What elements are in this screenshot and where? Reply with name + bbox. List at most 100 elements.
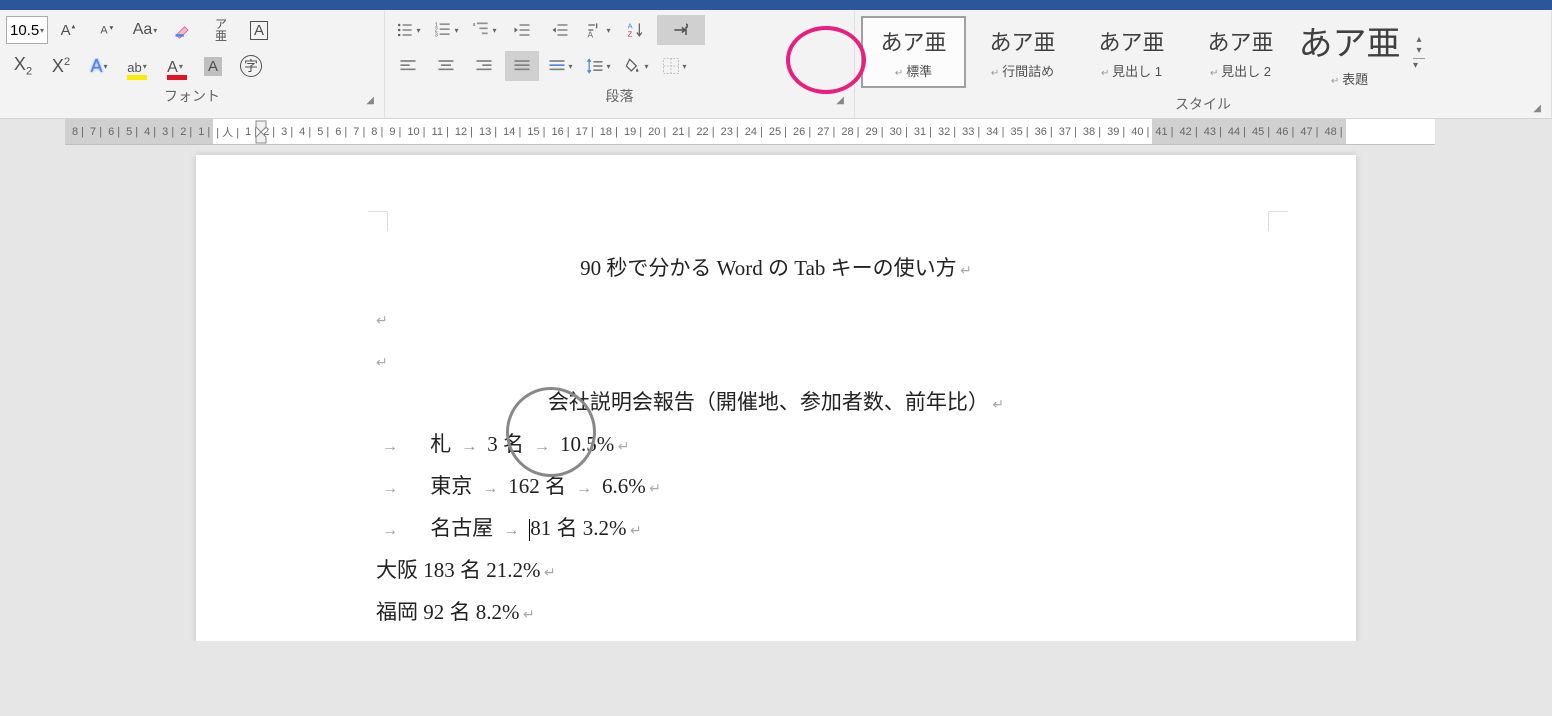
ruler-tick: 18 | bbox=[597, 126, 621, 138]
multilevel-list-button[interactable]: a▾ bbox=[467, 15, 501, 45]
chevron-up-icon: ▴ bbox=[1416, 34, 1421, 45]
document-content[interactable]: 90 秒で分かる Word の Tab キーの使い方 ↵ ↵ ↵ 会社説明会報告… bbox=[196, 211, 1356, 633]
ribbon: 10.5 ▾ A▴ A▾ Aa▾ ア亜 A X2 X2 A▾ ab▾ A▾ A … bbox=[0, 10, 1552, 119]
ruler-tick: 30 | bbox=[887, 126, 911, 138]
group-styles: あア亜標準あア亜行間詰めあア亜見出し 1あア亜見出し 2あア亜表題▴▾▾ スタイ… bbox=[855, 10, 1552, 118]
document-area[interactable]: 90 秒で分かる Word の Tab キーの使い方 ↵ ↵ ↵ 会社説明会報告… bbox=[0, 145, 1552, 641]
chevron-down-bar-icon: ▾ bbox=[1413, 58, 1425, 71]
styles-dialog-launcher[interactable]: ◢ bbox=[1533, 103, 1541, 114]
subscript-button[interactable]: X2 bbox=[6, 51, 40, 81]
city: 東京 bbox=[430, 474, 472, 498]
clear-formatting-button[interactable] bbox=[166, 15, 200, 45]
data-row: → 札 → 3 名 → 10.5% ↵ bbox=[376, 423, 1176, 465]
style-preview: あア亜 bbox=[880, 25, 946, 57]
data-row: → 東京 → 162 名 → 6.6% ↵ bbox=[376, 465, 1176, 507]
character-shading-button[interactable]: A bbox=[196, 51, 230, 81]
style-item[interactable]: あア亜見出し 2 bbox=[1188, 16, 1293, 88]
paragraph-mark-icon: ↵ bbox=[646, 482, 661, 497]
group-label-paragraph: 段落 ◢ bbox=[391, 84, 848, 110]
ruler[interactable]: 8 |7 |6 |5 |4 |3 |2 |1 | | 人 |1 |2 |3 |4… bbox=[65, 119, 1435, 145]
count: 3 名 bbox=[487, 432, 524, 456]
ruler-tick: 11 | bbox=[429, 126, 452, 138]
group-paragraph: ▾ 123▾ a▾ A▾ AZ ▾ ▾ ▾ ▾ 段落 ◢ bbox=[385, 10, 855, 118]
style-name: 表題 bbox=[1331, 69, 1368, 88]
ruler-tick: 27 | bbox=[814, 126, 838, 138]
line-spacing-button[interactable]: ▾ bbox=[581, 51, 615, 81]
ruler-tick: 13 | bbox=[476, 126, 500, 138]
group-label-styles: スタイル ◢ bbox=[861, 92, 1545, 118]
justify-button[interactable] bbox=[505, 51, 539, 81]
enclose-characters-button[interactable]: 字 bbox=[234, 51, 268, 81]
phonetic-guide-button[interactable]: ア亜 bbox=[204, 15, 238, 45]
character-border-button[interactable]: A bbox=[242, 15, 276, 45]
styles-gallery: あア亜標準あア亜行間詰めあア亜見出し 1あア亜見出し 2あア亜表題▴▾▾ bbox=[861, 12, 1545, 92]
show-hide-formatting-button[interactable] bbox=[657, 15, 705, 45]
svg-text:Z: Z bbox=[628, 30, 633, 39]
style-item[interactable]: あア亜表題 bbox=[1297, 16, 1402, 88]
ruler-tick: 28 | bbox=[838, 126, 862, 138]
city: 大阪 bbox=[376, 558, 418, 582]
text-effects-button[interactable]: A▾ bbox=[82, 51, 116, 81]
superscript-button[interactable]: X2 bbox=[44, 51, 78, 81]
count: 81 名 bbox=[530, 516, 577, 540]
align-center-button[interactable] bbox=[429, 51, 463, 81]
borders-button[interactable]: ▾ bbox=[657, 51, 691, 81]
doc-title: 90 秒で分かる Word の Tab キーの使い方 ↵ bbox=[376, 247, 1176, 289]
ruler-tick: 10 | bbox=[404, 126, 428, 138]
ruler-tick: 36 | bbox=[1032, 126, 1056, 138]
title-bar bbox=[0, 0, 1552, 10]
sort-button[interactable]: AZ bbox=[619, 15, 653, 45]
percent: 21.2% bbox=[486, 558, 540, 582]
style-name: 標準 bbox=[895, 61, 932, 80]
ruler-tick: 15 | bbox=[524, 126, 548, 138]
svg-text:A: A bbox=[61, 22, 71, 39]
numbering-button[interactable]: 123▾ bbox=[429, 15, 463, 45]
grow-font-button[interactable]: A▴ bbox=[52, 15, 86, 45]
font-size-value: 10.5 bbox=[10, 22, 39, 39]
style-item[interactable]: あア亜標準 bbox=[861, 16, 966, 88]
ruler-tick: 39 | bbox=[1104, 126, 1128, 138]
font-color-button[interactable]: A▾ bbox=[158, 51, 192, 81]
ruler-tick: 44 | bbox=[1225, 126, 1249, 138]
shrink-font-button[interactable]: A▾ bbox=[90, 15, 124, 45]
shading-button[interactable]: ▾ bbox=[619, 51, 653, 81]
asian-layout-button[interactable]: A▾ bbox=[581, 15, 615, 45]
ruler-tick: 25 | bbox=[766, 126, 790, 138]
style-name: 行間詰め bbox=[991, 61, 1054, 80]
ruler-tick: 32 | bbox=[935, 126, 959, 138]
font-dialog-launcher[interactable]: ◢ bbox=[366, 95, 374, 106]
data-row: → 名古屋 → 81 名 3.2% ↵ bbox=[376, 507, 1176, 549]
increase-indent-button[interactable] bbox=[543, 15, 577, 45]
ruler-tick: 29 | bbox=[863, 126, 887, 138]
tab-mark-icon: → bbox=[376, 438, 404, 455]
align-left-button[interactable] bbox=[391, 51, 425, 81]
empty-paragraph: ↵ bbox=[376, 297, 1176, 339]
change-case-button[interactable]: Aa▾ bbox=[128, 15, 162, 45]
ruler-tick: 7 | bbox=[350, 126, 368, 138]
ruler-tick: 5 | bbox=[123, 126, 141, 138]
margin-mark bbox=[368, 211, 388, 231]
city: 札 bbox=[430, 432, 451, 456]
styles-gallery-more[interactable]: ▴▾▾ bbox=[1406, 16, 1432, 88]
group-label-font: フォント ◢ bbox=[6, 84, 378, 110]
distributed-button[interactable]: ▾ bbox=[543, 51, 577, 81]
decrease-indent-button[interactable] bbox=[505, 15, 539, 45]
style-name: 見出し 1 bbox=[1101, 61, 1162, 80]
percent: 10.5% bbox=[560, 432, 614, 456]
ruler-tick: 2 | bbox=[177, 126, 195, 138]
paragraph-dialog-launcher[interactable]: ◢ bbox=[836, 95, 844, 106]
align-right-button[interactable] bbox=[467, 51, 501, 81]
tab-mark-icon: → bbox=[376, 522, 404, 539]
indent-marker[interactable] bbox=[255, 119, 267, 145]
ruler-tick: 46 | bbox=[1273, 126, 1297, 138]
style-item[interactable]: あア亜行間詰め bbox=[970, 16, 1075, 88]
svg-text:3: 3 bbox=[435, 33, 438, 39]
font-size-input[interactable]: 10.5 ▾ bbox=[6, 16, 48, 44]
highlight-color-button[interactable]: ab▾ bbox=[120, 51, 154, 81]
style-item[interactable]: あア亜見出し 1 bbox=[1079, 16, 1184, 88]
ruler-tick: 26 | bbox=[790, 126, 814, 138]
tab-mark-icon: → bbox=[472, 480, 508, 497]
ruler-tick: 19 | bbox=[621, 126, 645, 138]
bullets-button[interactable]: ▾ bbox=[391, 15, 425, 45]
percent: 8.2% bbox=[476, 600, 520, 624]
